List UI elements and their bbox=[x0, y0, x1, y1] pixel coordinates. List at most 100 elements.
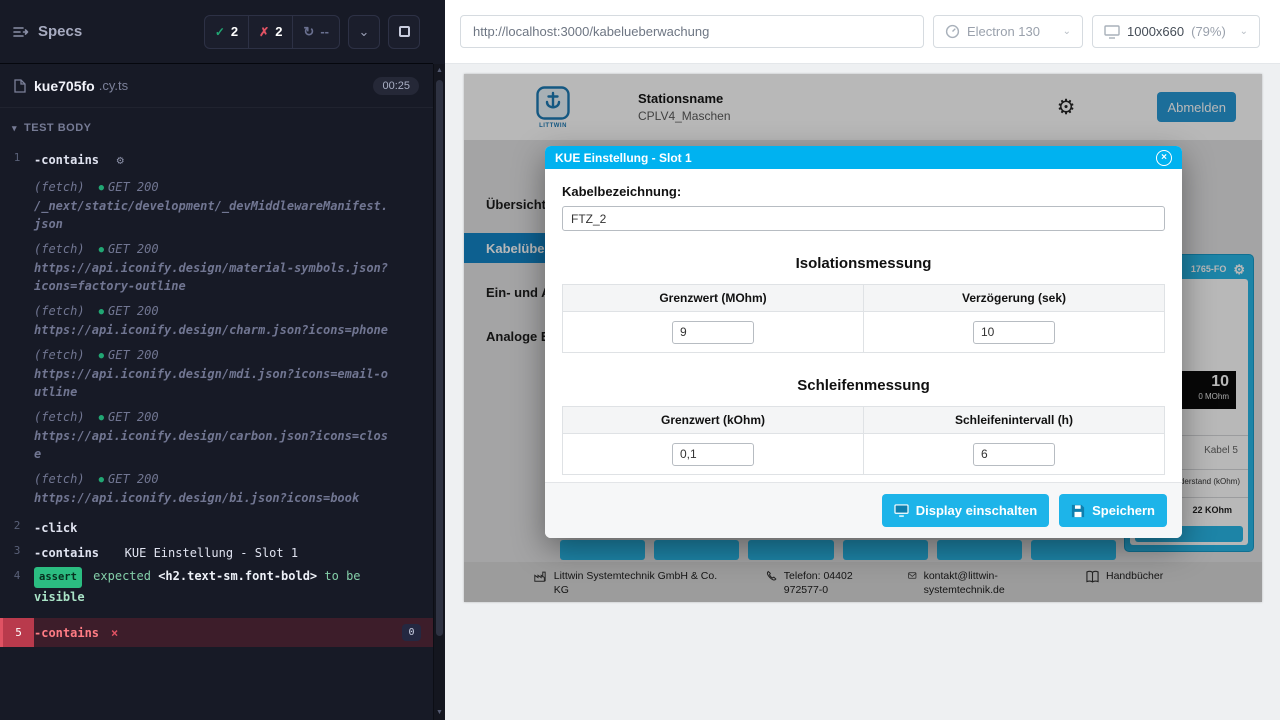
fetch-url: https://api.iconify.design/charm.json?ic… bbox=[34, 321, 390, 339]
status-dot-icon: ● bbox=[99, 351, 104, 361]
cypress-topbar: Specs ✓ 2 ✗ 2 ↻ -- ⌄ bbox=[0, 0, 433, 64]
stop-button[interactable] bbox=[388, 15, 420, 49]
loop-limit-input[interactable] bbox=[672, 443, 754, 466]
spec-file-icon bbox=[14, 79, 26, 93]
status-dot-icon: ● bbox=[99, 307, 104, 317]
fetch-prefix: (fetch) bbox=[34, 242, 85, 256]
status-dot-icon: ● bbox=[99, 475, 104, 485]
specs-list-icon bbox=[13, 25, 29, 39]
loop-section-title: Schleifenmessung bbox=[562, 377, 1165, 394]
failed-stat[interactable]: ✗ 2 bbox=[248, 16, 292, 48]
fetch-prefix: (fetch) bbox=[34, 348, 85, 362]
fetch-log-entry[interactable]: (fetch)●GET 200 /_next/static/developmen… bbox=[34, 178, 390, 233]
assert-text: expected bbox=[93, 569, 151, 583]
spec-header[interactable]: kue705fo .cy.ts 00:25 bbox=[0, 64, 433, 108]
iso-limit-input[interactable] bbox=[672, 321, 754, 344]
chevron-down-icon: ⌄ bbox=[1063, 26, 1071, 37]
fetch-log-entry[interactable]: (fetch)●GET 200 https://api.iconify.desi… bbox=[34, 470, 390, 507]
fetch-prefix: (fetch) bbox=[34, 180, 85, 194]
fetch-log-entry[interactable]: (fetch) ● GET 200 https://api.iconify.desi… bbox=[34, 240, 390, 295]
command-log: 1 -contains ⚙ (fetch)●GET 200 /_next/sta… bbox=[0, 142, 433, 647]
command-row[interactable]: 3 -contains KUE Einstellung - Slot 1 bbox=[0, 539, 433, 564]
fetch-status: GET 200 bbox=[108, 242, 159, 256]
command-value: KUE Einstellung - Slot 1 bbox=[125, 546, 298, 560]
url-bar[interactable]: http://localhost:3000/kabelueberwachung bbox=[460, 15, 924, 48]
cypress-sidebar: Specs ✓ 2 ✗ 2 ↻ -- ⌄ bbox=[0, 0, 445, 720]
command-name: -contains bbox=[34, 153, 99, 167]
loop-interval-input[interactable] bbox=[973, 443, 1055, 466]
assert-badge: assert bbox=[34, 567, 82, 588]
url-text: http://localhost:3000/kabelueberwachung bbox=[473, 24, 709, 39]
fetch-prefix: (fetch) bbox=[34, 472, 85, 486]
command-name: -contains bbox=[34, 626, 99, 640]
test-body-section[interactable]: ▾ TEST BODY bbox=[0, 114, 433, 142]
column-header: Verzögerung (sek) bbox=[864, 285, 1165, 312]
pending-count: -- bbox=[320, 24, 329, 39]
fetch-log-entry[interactable]: (fetch)●GET 200 https://api.iconify.desi… bbox=[34, 408, 390, 463]
spec-name: kue705fo bbox=[34, 78, 95, 94]
column-header: Grenzwert (kOhm) bbox=[563, 407, 864, 434]
iso-delay-input[interactable] bbox=[973, 321, 1055, 344]
gear-icon: ⚙ bbox=[117, 153, 124, 167]
test-body-label: TEST BODY bbox=[24, 122, 91, 134]
specs-menu[interactable]: Specs bbox=[13, 23, 196, 40]
failed-command-row[interactable]: 5 -contains × 0 bbox=[0, 618, 433, 647]
viewport-icon bbox=[1104, 25, 1120, 39]
fetch-log-entry[interactable]: (fetch) ● GET 200 https://api.iconify.desi… bbox=[34, 302, 390, 339]
command-name: -contains bbox=[34, 546, 99, 560]
cable-name-input[interactable] bbox=[562, 206, 1165, 231]
sidebar-scrollbar[interactable]: ▲ ▼ bbox=[433, 64, 445, 720]
event-count-badge: 0 bbox=[402, 624, 421, 641]
spec-extension: .cy.ts bbox=[99, 78, 128, 93]
fetch-status: GET 200 bbox=[108, 304, 159, 318]
browser-name: Electron 130 bbox=[967, 24, 1040, 39]
scroll-down-arrow[interactable]: ▼ bbox=[434, 706, 445, 720]
fetch-status: GET 200 bbox=[108, 348, 159, 362]
browser-selector[interactable]: Electron 130 ⌄ bbox=[933, 15, 1083, 48]
pending-stat[interactable]: ↻ -- bbox=[292, 16, 339, 48]
failed-count: 2 bbox=[275, 24, 282, 39]
assert-text: to bbox=[324, 569, 338, 583]
browser-bar: http://localhost:3000/kabelueberwachung … bbox=[445, 0, 1280, 64]
refresh-icon: ↻ bbox=[303, 24, 314, 40]
fetch-status: GET 200 bbox=[108, 410, 159, 424]
assert-selector: <h2.text-sm.font-bold> bbox=[158, 569, 317, 583]
scrollbar-thumb[interactable] bbox=[436, 80, 443, 636]
browser-gauge-icon bbox=[945, 24, 960, 39]
save-icon bbox=[1071, 504, 1085, 518]
viewport-selector[interactable]: 1000x660 (79%) ⌄ bbox=[1092, 15, 1260, 48]
fetch-log-entry[interactable]: (fetch) ● GET 200 https://api.iconify.desi… bbox=[34, 346, 390, 401]
status-dot-icon: ● bbox=[99, 245, 104, 255]
close-button[interactable]: × bbox=[1156, 150, 1172, 166]
assert-text: be bbox=[346, 569, 360, 583]
fetch-url: https://api.iconify.design/bi.json?icons… bbox=[34, 489, 390, 507]
spec-duration-badge: 00:25 bbox=[373, 77, 419, 95]
aut-pane: http://localhost:3000/kabelueberwachung … bbox=[445, 0, 1280, 720]
fetch-url: https://api.iconify.design/mdi.json?icon… bbox=[34, 365, 390, 401]
assert-row[interactable]: 4 assert expected <h2.text-sm.font-bold>… bbox=[0, 564, 433, 610]
scroll-up-arrow[interactable]: ▲ bbox=[434, 64, 445, 78]
command-number: 4 bbox=[0, 567, 34, 582]
fetch-status: GET 200 bbox=[108, 180, 159, 194]
chevron-down-icon: ⌄ bbox=[1240, 26, 1248, 37]
display-on-button[interactable]: Display einschalten bbox=[882, 494, 1049, 527]
fetch-url: https://api.iconify.design/material-symb… bbox=[34, 259, 390, 295]
modal-title: KUE Einstellung - Slot 1 bbox=[555, 151, 692, 165]
kue-settings-modal: KUE Einstellung - Slot 1 × Kabelbezeichn… bbox=[545, 146, 1182, 538]
passed-stat[interactable]: ✓ 2 bbox=[205, 16, 248, 48]
command-row[interactable]: 2 -click bbox=[0, 514, 433, 539]
isolation-section-title: Isolationsmessung bbox=[562, 255, 1165, 272]
column-header: Schleifenintervall (h) bbox=[864, 407, 1165, 434]
fetch-url: /_next/static/development/_devMiddleware… bbox=[34, 197, 390, 233]
check-icon: ✓ bbox=[215, 25, 225, 39]
status-dot-icon: ● bbox=[99, 413, 104, 423]
command-row[interactable]: 1 -contains ⚙ bbox=[0, 146, 433, 171]
specs-label: Specs bbox=[38, 23, 82, 40]
cable-name-label: Kabelbezeichnung: bbox=[562, 184, 1165, 199]
save-button[interactable]: Speichern bbox=[1059, 494, 1167, 527]
command-number: 2 bbox=[0, 517, 34, 532]
collapse-button[interactable]: ⌄ bbox=[348, 15, 380, 49]
viewport-size: 1000x660 bbox=[1127, 24, 1184, 39]
fetch-prefix: (fetch) bbox=[34, 304, 85, 318]
fail-x-icon: × bbox=[111, 626, 118, 640]
